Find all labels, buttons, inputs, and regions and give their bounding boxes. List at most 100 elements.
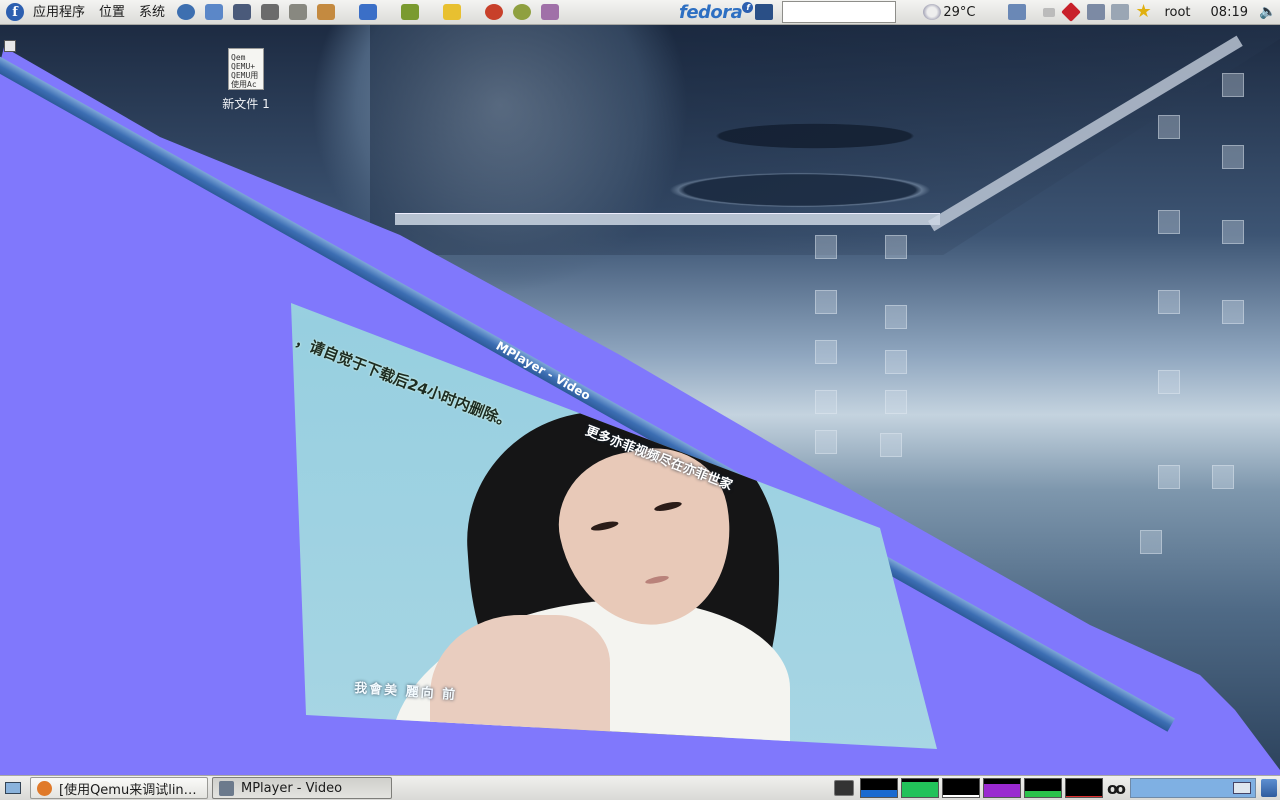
search-input[interactable]: [782, 1, 897, 23]
cube-ghost-icon: [815, 390, 837, 414]
red-apple-icon[interactable]: [483, 1, 505, 23]
star-icon[interactable]: ★: [1135, 3, 1153, 21]
top-panel: f 应用程序 位置 系统 fedora f 29°C ★ root 08:19 🔈: [0, 0, 1280, 25]
house-icon-glyph: [541, 4, 560, 20]
cube-ghost-icon: [815, 290, 837, 314]
cube-ghost-icon: [1222, 220, 1244, 244]
notes-icon[interactable]: [441, 1, 463, 23]
system-monitors: [857, 778, 1104, 798]
cube-ghost-icon: [885, 235, 907, 259]
disk-icon[interactable]: [259, 1, 281, 23]
green-apple-icon-glyph: [513, 4, 532, 20]
globe-icon[interactable]: [175, 1, 197, 23]
cube-panel-reflection: [395, 213, 940, 225]
taskbar-item-mplayer[interactable]: MPlayer - Video: [212, 777, 392, 799]
cube-ghost-icon: [1212, 465, 1234, 489]
hand-icon[interactable]: [315, 1, 337, 23]
cube-ghost-icon: [885, 305, 907, 329]
launcher-bar: [172, 1, 564, 23]
cube-ghost-icon: [1222, 145, 1244, 169]
cpu-monitor[interactable]: [860, 778, 899, 798]
cube-ghost-icon: [880, 433, 902, 457]
menu-system[interactable]: 系统: [132, 0, 172, 25]
help-icon[interactable]: [357, 1, 379, 23]
cube-ghost-icon: [1158, 370, 1180, 394]
taskbar-item-label: MPlayer - Video: [241, 780, 343, 796]
network-icon-glyph: [205, 4, 224, 20]
file-preview: Qem QEMU+ QEMU用 使用Ac: [228, 48, 264, 90]
cube-ghost-icon: [885, 390, 907, 414]
show-desktop-button[interactable]: [2, 778, 24, 798]
cube-ghost-icon: [1140, 530, 1162, 554]
desktop: Qem QEMU+ QEMU用 使用Ac 新文件 1 MPlayer - Vid…: [0, 25, 1280, 775]
fedora-logo-text: fedora: [679, 1, 743, 23]
swap-monitor[interactable]: [983, 778, 1022, 798]
notes-icon-glyph: [443, 4, 462, 20]
user-name[interactable]: root: [1164, 5, 1190, 20]
house-icon[interactable]: [539, 1, 561, 23]
screen-icon-glyph: [233, 4, 252, 20]
xeyes-icon[interactable]: oo: [1107, 779, 1126, 798]
network-status-icon[interactable]: [1008, 4, 1027, 20]
green-apple-icon[interactable]: [511, 1, 533, 23]
fedora-logo: fedora f: [679, 1, 754, 23]
monitor-icon[interactable]: [755, 4, 774, 20]
taskbar-item-qemu[interactable]: [使用Qemu来调试lin…: [30, 777, 208, 799]
disk-monitor[interactable]: [1065, 778, 1104, 798]
trash-icon[interactable]: [1261, 779, 1277, 797]
ruby-icon[interactable]: [1061, 2, 1082, 22]
cube-ghost-icon: [885, 350, 907, 374]
terminal-icon[interactable]: [834, 780, 855, 796]
printer-icon-glyph: [289, 4, 308, 20]
file-preview-line: QEMU+: [231, 62, 256, 71]
net-monitor-fill: [943, 795, 980, 797]
video-subtitle-bottom: 我會美 麗向 前: [353, 680, 458, 704]
network-icon[interactable]: [203, 1, 225, 23]
menu-places[interactable]: 位置: [92, 0, 132, 25]
book-icon[interactable]: [399, 1, 421, 23]
globe-icon-glyph: [177, 4, 196, 20]
taskbar-item-label: [使用Qemu来调试lin…: [59, 782, 197, 798]
network-manager-icon[interactable]: [1111, 4, 1130, 20]
file-preview-line: QEMU用: [231, 71, 259, 80]
file-preview-line: 使用Ac: [231, 80, 257, 89]
show-desktop-icon: [5, 782, 21, 794]
mplayer-icon: [219, 780, 234, 796]
weather-temp[interactable]: 29°C: [943, 5, 975, 20]
fedora-logo-mark: f: [742, 1, 754, 13]
cube-ghost-icon: [1222, 73, 1244, 97]
screen-icon[interactable]: [231, 1, 253, 23]
window-menu-button[interactable]: [4, 40, 16, 52]
cube-ghost-icon: [815, 340, 837, 364]
desktop-file-label: 新文件 1: [222, 97, 270, 111]
load-monitor[interactable]: [1024, 778, 1063, 798]
red-apple-icon-glyph: [485, 4, 504, 20]
computers-icon[interactable]: [1087, 4, 1106, 20]
cube-ghost-icon: [815, 430, 837, 454]
weather-icon[interactable]: [923, 4, 942, 20]
fedora-menu-icon[interactable]: f: [6, 3, 24, 21]
cube-ghost-icon: [1158, 115, 1180, 139]
desktop-file-icon[interactable]: Qem QEMU+ QEMU用 使用Ac 新文件 1: [218, 48, 274, 112]
disk-icon-glyph: [261, 4, 280, 20]
printer-icon[interactable]: [287, 1, 309, 23]
help-icon-glyph: [359, 4, 378, 20]
file-preview-line: Qem: [231, 53, 246, 62]
clock[interactable]: 08:19: [1211, 5, 1248, 20]
bottom-panel: [使用Qemu来调试lin… MPlayer - Video oo: [0, 775, 1280, 800]
hand-icon-glyph: [317, 4, 336, 20]
net-monitor[interactable]: [942, 778, 981, 798]
mem-monitor[interactable]: [901, 778, 940, 798]
cube-ghost-icon: [1158, 290, 1180, 314]
swap-monitor-fill: [984, 783, 1021, 797]
cube-ghost-icon: [1158, 210, 1180, 234]
firefox-icon: [37, 780, 52, 796]
cube-ghost-icon: [1222, 300, 1244, 324]
battery-icon[interactable]: [1043, 7, 1056, 17]
cube-ghost-icon: [815, 235, 837, 259]
disk-monitor-fill: [1066, 796, 1103, 797]
menu-applications[interactable]: 应用程序: [26, 0, 92, 25]
volume-icon[interactable]: 🔈: [1259, 4, 1277, 20]
workspace-switcher[interactable]: [1130, 778, 1256, 798]
cpu-monitor-fill: [861, 789, 898, 797]
